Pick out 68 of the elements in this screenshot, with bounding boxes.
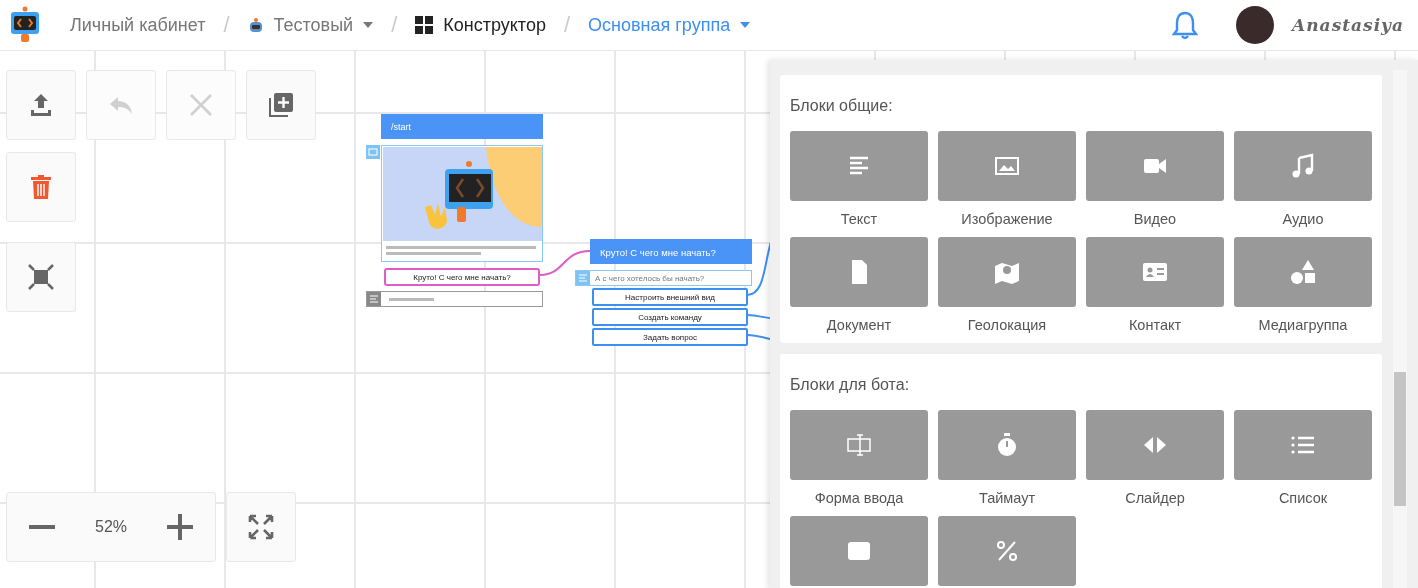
caret-icon — [740, 22, 751, 28]
fit-screen-icon — [26, 262, 56, 292]
video-block-button[interactable] — [1086, 131, 1224, 201]
block-label: Текст — [840, 211, 878, 227]
text-block[interactable]: А с чего хотелось бы начать? — [575, 270, 752, 286]
add-button[interactable] — [246, 70, 316, 140]
node-title[interactable]: /start — [381, 114, 543, 139]
scrollbar[interactable] — [1393, 70, 1407, 588]
contact-block-button[interactable] — [1086, 237, 1224, 307]
expand-icon — [247, 513, 275, 541]
plus-icon — [167, 514, 193, 540]
node-button[interactable]: Создать команду — [592, 308, 748, 326]
robot-icon — [247, 17, 264, 33]
breadcrumb-link[interactable]: Личный кабинет — [70, 14, 206, 36]
input-block-button[interactable] — [790, 410, 928, 480]
user-name: Anastasiya — [1292, 15, 1404, 35]
node-button[interactable]: Круто! С чего мне начать? — [384, 268, 540, 286]
image-block-button[interactable] — [938, 131, 1076, 201]
document-block-button[interactable] — [790, 237, 928, 307]
slider-block-button[interactable] — [1086, 410, 1224, 480]
fullscreen-button[interactable] — [226, 492, 296, 562]
breadcrumb-separator: / — [223, 12, 230, 38]
robot-logo-icon[interactable] — [10, 6, 40, 44]
block-label: Аудио — [1282, 211, 1324, 227]
node-button[interactable]: Настроить внешний вид — [592, 288, 748, 306]
media-block-button[interactable] — [1234, 237, 1372, 307]
node-button[interactable]: Задать вопрос — [592, 328, 748, 346]
block-label: Контакт — [1128, 317, 1182, 333]
block-label: Слайдер — [1125, 490, 1185, 506]
node-title[interactable]: Круто! С чего мне начать? — [590, 239, 752, 264]
image-icon — [366, 145, 380, 159]
add-icon — [266, 90, 296, 120]
block-label: Медиагруппа — [1258, 317, 1348, 333]
trash-button[interactable] — [6, 152, 76, 222]
block-label: Таймаут — [978, 490, 1036, 506]
text-line-placeholder — [389, 297, 434, 301]
group-dropdown[interactable]: Основная группа — [588, 14, 751, 36]
image-block[interactable] — [381, 145, 543, 262]
constructor-link[interactable]: Конструктор — [415, 14, 546, 36]
text-icon — [367, 292, 381, 306]
breadcrumb-separator: / — [563, 12, 571, 38]
card-block-button[interactable] — [790, 516, 928, 586]
upload-button[interactable] — [6, 70, 76, 140]
bell-icon[interactable] — [1172, 10, 1199, 40]
block-label: Геолокация — [967, 317, 1047, 333]
breadcrumb-separator: / — [391, 12, 398, 38]
connector-line — [539, 250, 591, 276]
section-title: Блоки для бота: — [790, 376, 911, 394]
zoom-level: 52% — [95, 518, 127, 536]
text-block[interactable] — [366, 291, 543, 307]
block-label: Изображение — [961, 211, 1053, 227]
audio-block-button[interactable] — [1234, 131, 1372, 201]
project-dropdown[interactable]: Тестовый — [247, 14, 374, 36]
block-label: Документ — [826, 317, 892, 333]
scrollbar-thumb[interactable] — [1394, 372, 1406, 506]
block-label: Список — [1278, 490, 1328, 506]
block-label: Форма ввода — [814, 490, 904, 506]
avatar[interactable] — [1236, 6, 1275, 44]
minus-icon — [29, 525, 55, 529]
fit-button[interactable] — [6, 242, 76, 312]
message-text: А с чего хотелось бы начать? — [595, 273, 705, 283]
grid-icon — [415, 16, 434, 34]
geo-block-button[interactable] — [938, 237, 1076, 307]
block-label: Видео — [1133, 211, 1177, 227]
timer-block-button[interactable] — [938, 410, 1076, 480]
caret-icon — [363, 22, 374, 28]
text-icon — [576, 271, 590, 285]
section-title: Блоки общие: — [790, 97, 894, 115]
